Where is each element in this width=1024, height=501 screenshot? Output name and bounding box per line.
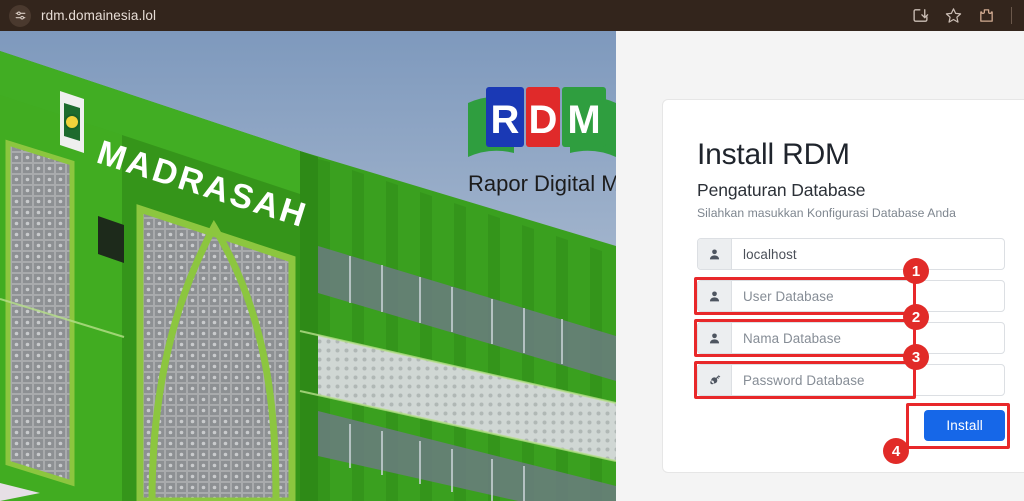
name-input-group[interactable]: Nama Database [697,322,1005,354]
svg-text:D: D [529,98,558,142]
site-settings-icon[interactable] [9,4,31,27]
toolbar-actions [912,0,1024,31]
page-subtitle: Pengaturan Database [697,180,866,200]
annotation-badge-1: 1 [903,258,929,284]
database-config-form: localhost User Database 1 Nama Database … [694,238,1005,399]
install-card: Install RDM Pengaturan Database Silahkan… [662,99,1024,473]
key-icon [698,365,732,395]
install-button[interactable]: Install [924,410,1005,441]
extensions-puzzle-icon[interactable] [978,7,995,24]
annotation-badge-2: 2 [903,304,929,330]
svg-text:M: M [567,98,600,142]
hero-image: MADRASAH R D M Rapor Digital Madr [0,31,616,501]
url-text[interactable]: rdm.domainesia.lol [41,8,156,23]
submit-row: Install 4 [697,403,1010,464]
annotation-badge-4: 4 [883,438,909,464]
user-icon [698,281,732,311]
host-input[interactable]: localhost [732,239,1004,269]
svg-text:R: R [491,98,520,142]
screenshot-root: rdm.domainesia.lol MADRASAH R D M Rapor … [0,0,1024,501]
user-icon [698,239,732,269]
logo-tagline-text: Rapor Digital Madr [468,171,616,196]
password-input-group[interactable]: Password Database [697,364,1005,396]
user-database-input[interactable]: User Database [732,281,1004,311]
browser-toolbar: rdm.domainesia.lol [0,0,1024,31]
page-title: Install RDM [697,138,850,171]
password-database-input[interactable]: Password Database [732,365,1004,395]
field-row-password: Password Database 3 [694,344,1005,399]
field-row-user: User Database 1 [694,258,1005,315]
page-hint: Silahkan masukkan Konfigurasi Database A… [697,206,956,220]
install-app-icon[interactable] [912,7,929,24]
bookmark-star-icon[interactable] [945,7,962,24]
annotation-badge-3: 3 [903,344,929,370]
madrasah-building-illustration: MADRASAH R D M Rapor Digital Madr [0,31,616,501]
omnibox[interactable]: rdm.domainesia.lol [0,4,156,27]
install-pane: Install RDM Pengaturan Database Silahkan… [616,31,1024,501]
host-input-group[interactable]: localhost [697,238,1005,270]
user-input-group[interactable]: User Database [697,280,1005,312]
toolbar-divider [1011,7,1012,24]
field-row-name: Nama Database 2 [694,304,1005,357]
nama-database-input[interactable]: Nama Database [732,323,1004,353]
user-icon [698,323,732,353]
field-row-host: localhost [697,238,1005,270]
